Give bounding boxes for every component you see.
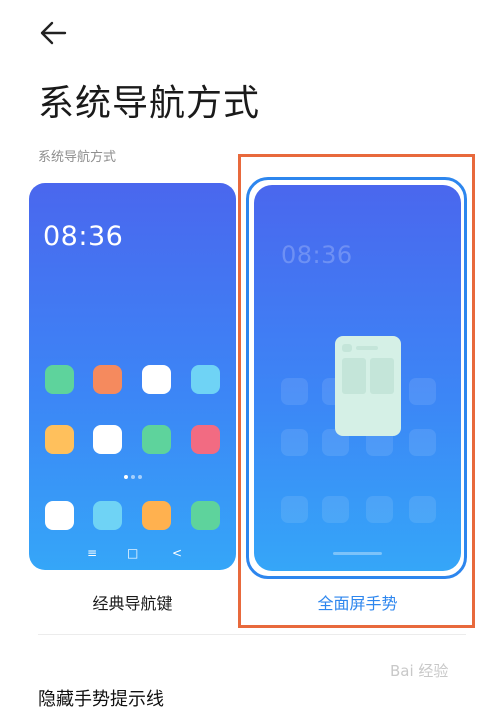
app-icon [45,425,74,454]
app-icon [409,378,436,405]
gesture-hint-line [332,552,383,555]
divider [38,634,466,635]
dock-app-icon [45,501,74,530]
gesture-nav-label[interactable]: 全面屏手势 [254,590,461,614]
gesture-nav-option[interactable]: 08:36 [254,185,461,571]
page-indicator [29,475,236,479]
app-icon [409,429,436,456]
app-icon [142,425,171,454]
dock-app-icon [281,496,308,523]
recent-app-preview [335,336,401,436]
app-icon [45,365,74,394]
app-icon [142,365,171,394]
dock-app-icon [322,496,349,523]
app-icon [93,365,122,394]
section-label: 系统导航方式 [38,150,117,165]
dock-app-icon [93,501,122,530]
app-icon [191,425,220,454]
dock-app-icon [409,496,436,523]
app-icon [281,429,308,456]
back-key-icon: < [172,546,183,560]
back-icon[interactable] [38,20,68,46]
clock-text: 08:36 [43,221,124,252]
dock-app-icon [142,501,171,530]
dock-app-icon [191,501,220,530]
app-icon [191,365,220,394]
menu-icon: ≡ [87,546,98,560]
clock-text: 08:36 [281,241,353,269]
watermark: Bai 经验 [390,662,449,680]
app-icon [93,425,122,454]
dock-app-icon [366,496,393,523]
classic-nav-label[interactable]: 经典导航键 [29,590,236,614]
hide-gesture-hint-setting[interactable]: 隐藏手势提示线 [38,685,164,711]
classic-nav-option[interactable]: 08:36 ≡ □ < [29,183,236,570]
page-title: 系统导航方式 [38,83,261,124]
home-icon: □ [127,546,139,560]
app-icon [281,378,308,405]
